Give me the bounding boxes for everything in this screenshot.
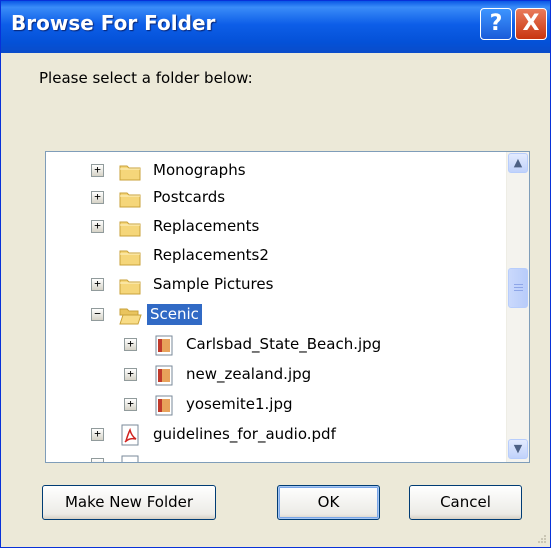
folder-open-icon	[119, 308, 142, 325]
tree-item-label[interactable]: Sample Pictures	[150, 274, 276, 295]
expand-toggle[interactable]: +	[124, 368, 137, 381]
tree-item-replacements2[interactable]: Replacements2	[46, 243, 506, 269]
folder-icon	[119, 221, 141, 237]
expand-toggle[interactable]: +	[124, 338, 137, 351]
tree-item-monographs[interactable]: + Monographs	[46, 158, 506, 184]
tree-item-label[interactable]: Replacements2	[150, 245, 272, 266]
prompt-text: Please select a folder below:	[39, 69, 253, 87]
expand-toggle[interactable]: +	[124, 398, 137, 411]
expand-toggle[interactable]: +	[91, 220, 104, 233]
tree-item-label[interactable]: Scenic	[147, 304, 202, 325]
pdf-file-icon	[121, 424, 139, 446]
tree-item-new-zealand[interactable]: + new_zealand.jpg	[46, 362, 506, 388]
image-file-icon	[155, 335, 173, 356]
cancel-button[interactable]: Cancel	[409, 485, 522, 520]
close-button[interactable]: X	[515, 8, 547, 40]
help-button[interactable]: ?	[480, 8, 512, 40]
collapse-toggle[interactable]: −	[91, 308, 104, 321]
tree-item-label[interactable]: Carlsbad_State_Beach.jpg	[183, 334, 384, 355]
expand-toggle[interactable]: +	[91, 428, 104, 441]
make-new-folder-button[interactable]: Make New Folder	[42, 485, 216, 520]
scroll-down-button[interactable]: ▼	[508, 439, 528, 459]
tree-item-label[interactable]: yosemite1.jpg	[183, 394, 296, 415]
tree-item-label[interactable]: Monographs	[150, 160, 249, 181]
tree-item-label[interactable]: Replacements	[150, 216, 262, 237]
ok-button[interactable]: OK	[277, 485, 380, 520]
grip-line	[514, 284, 523, 285]
tree-item-label[interactable]: new_zealand.jpg	[183, 364, 314, 385]
folder-tree[interactable]: + Monographs + Postcards + Replacements …	[45, 151, 530, 463]
grip-line	[514, 290, 523, 291]
title-bar[interactable]: Browse For Folder ? X	[1, 1, 550, 53]
grip-line	[514, 287, 523, 288]
file-icon	[121, 455, 139, 462]
folder-icon	[119, 192, 141, 208]
expand-toggle[interactable]: +	[91, 164, 104, 177]
window-title: Browse For Folder	[11, 11, 216, 35]
expand-toggle[interactable]	[91, 458, 104, 462]
image-file-icon	[155, 395, 173, 416]
tree-item-yosemite1[interactable]: + yosemite1.jpg	[46, 392, 506, 418]
resize-grip-icon[interactable]	[537, 534, 547, 544]
folder-icon	[119, 279, 141, 295]
tree-item-postcards[interactable]: + Postcards	[46, 185, 506, 211]
tree-item-scenic[interactable]: − Scenic	[46, 302, 506, 328]
tree-item-sample-pictures[interactable]: + Sample Pictures	[46, 272, 506, 298]
folder-icon	[119, 250, 141, 266]
tree-item-partial[interactable]	[46, 452, 506, 462]
scroll-thumb[interactable]	[508, 268, 528, 308]
tree-item-guidelines-pdf[interactable]: + guidelines_for_audio.pdf	[46, 422, 506, 448]
browse-for-folder-dialog: Browse For Folder ? X Please select a fo…	[0, 0, 551, 548]
tree-item-label[interactable]: Postcards	[150, 187, 228, 208]
tree-item-replacements[interactable]: + Replacements	[46, 214, 506, 240]
folder-icon	[119, 165, 141, 181]
expand-toggle[interactable]: +	[91, 191, 104, 204]
tree-item-carlsbad[interactable]: + Carlsbad_State_Beach.jpg	[46, 332, 506, 358]
scroll-up-button[interactable]: ▲	[508, 153, 528, 173]
expand-toggle[interactable]: +	[91, 278, 104, 291]
image-file-icon	[155, 365, 173, 386]
tree-item-label[interactable]: guidelines_for_audio.pdf	[150, 424, 339, 445]
vertical-scrollbar[interactable]: ▲ ▼	[506, 152, 529, 462]
